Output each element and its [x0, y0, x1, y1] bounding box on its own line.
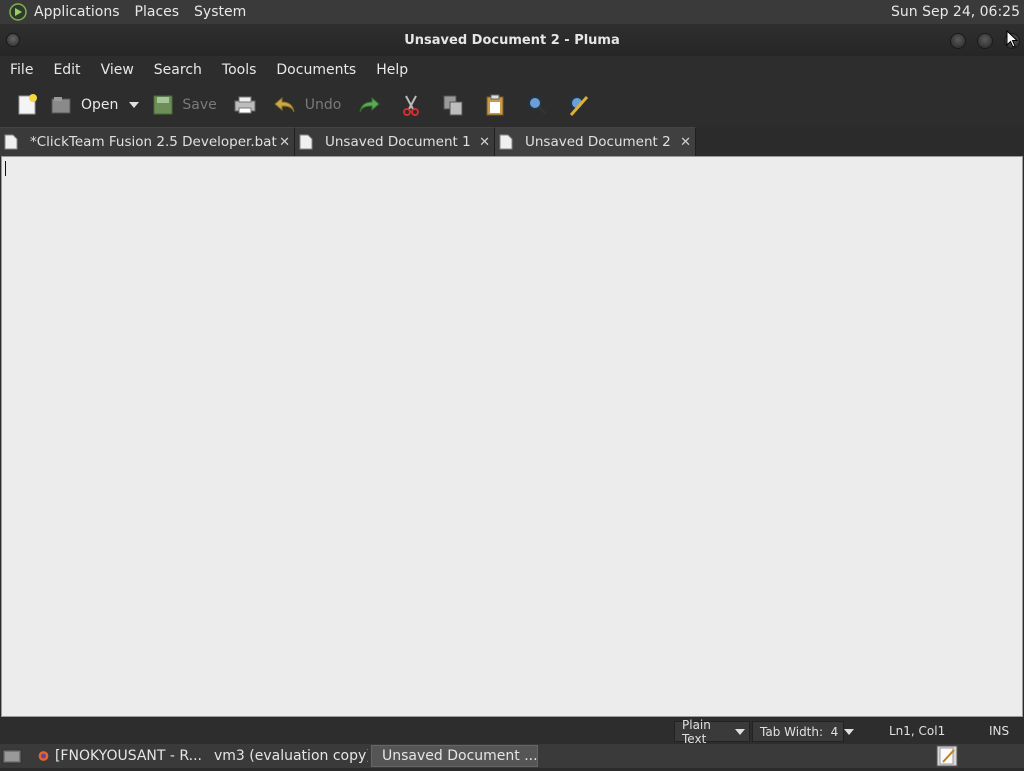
- open-folder-icon: [51, 97, 71, 114]
- window-title: Unsaved Document 2 - Pluma: [404, 32, 620, 48]
- document-icon: [299, 134, 313, 150]
- document-tabs: *ClickTeam Fusion 2.5 Developer.bat ✕ Un…: [0, 127, 1024, 156]
- mate-logo-icon[interactable]: [8, 2, 28, 22]
- text-cursor: [5, 161, 6, 176]
- minimize-button[interactable]: [950, 33, 966, 49]
- close-tab-icon[interactable]: ✕: [680, 135, 691, 150]
- tab-clickteam-bat[interactable]: *ClickTeam Fusion 2.5 Developer.bat ✕: [0, 127, 295, 156]
- new-button[interactable]: [10, 88, 44, 122]
- document-icon: [4, 134, 18, 150]
- language-label: Plain Text: [682, 717, 711, 746]
- taskbar-item-winrar[interactable]: vm3 (evaluation copy): [204, 745, 368, 767]
- mouse-pointer-icon: [1006, 30, 1018, 48]
- save-icon: [153, 95, 173, 115]
- menu-documents[interactable]: Documents: [266, 62, 366, 78]
- tab-unsaved-document-2[interactable]: Unsaved Document 2 ✕: [495, 127, 696, 156]
- window-titlebar[interactable]: Unsaved Document 2 - Pluma: [0, 24, 1024, 56]
- find-button[interactable]: [520, 88, 554, 122]
- open-dropdown-button[interactable]: [123, 88, 147, 122]
- cut-icon: [403, 95, 420, 116]
- paste-button[interactable]: [478, 88, 512, 122]
- tab-label: Unsaved Document 2: [525, 134, 671, 150]
- bottom-panel: [FNOKYOUSANT - R... vm3 (evaluation copy…: [0, 744, 1024, 768]
- undo-icon: [274, 96, 295, 113]
- undo-button[interactable]: Undo: [268, 88, 347, 122]
- tab-unsaved-document-1[interactable]: Unsaved Document 1 ✕: [295, 127, 495, 156]
- taskbar-item-pluma[interactable]: Unsaved Document ...: [371, 745, 538, 767]
- new-document-icon: [18, 94, 37, 115]
- tab-width-label: Tab Width: 4: [760, 724, 839, 739]
- redo-button[interactable]: [352, 88, 386, 122]
- copy-button[interactable]: [436, 88, 470, 122]
- menu-help[interactable]: Help: [366, 62, 418, 78]
- toolbar: Open Save Undo: [0, 83, 1024, 127]
- menu-search[interactable]: Search: [144, 62, 212, 78]
- print-icon: [234, 96, 256, 114]
- window-menu-button[interactable]: [6, 33, 20, 47]
- cursor-position: Ln1, Col1: [889, 724, 946, 738]
- taskbar-label: Unsaved Document ...: [382, 748, 538, 764]
- undo-label: Undo: [304, 97, 342, 113]
- menubar: File Edit View Search Tools Documents He…: [0, 56, 1024, 83]
- clock[interactable]: Sun Sep 24, 06:25: [891, 4, 1020, 20]
- paste-icon: [486, 94, 504, 116]
- tab-label: *ClickTeam Fusion 2.5 Developer.bat: [30, 134, 277, 150]
- applications-menu[interactable]: Applications: [34, 4, 129, 20]
- document-icon: [499, 134, 513, 150]
- statusbar: Plain Text Tab Width: 4 Ln1, Col1 INS: [0, 718, 1024, 746]
- show-desktop-icon[interactable]: [2, 747, 22, 769]
- places-menu[interactable]: Places: [129, 4, 189, 20]
- tab-label: Unsaved Document 1: [325, 134, 471, 150]
- replace-button[interactable]: [562, 88, 596, 122]
- taskbar-label: [FNOKYOUSANT - R...: [54, 748, 202, 764]
- search-icon: [528, 96, 548, 116]
- cut-button[interactable]: [394, 88, 428, 122]
- pluma-tray-icon[interactable]: [936, 745, 958, 771]
- tab-width-selector[interactable]: Tab Width: 4: [752, 721, 855, 742]
- insert-mode: INS: [989, 724, 1010, 738]
- chevron-down-icon: [735, 728, 745, 735]
- print-button[interactable]: [228, 88, 262, 122]
- find-replace-icon: [570, 96, 589, 116]
- save-button[interactable]: Save: [147, 88, 221, 122]
- menu-edit[interactable]: Edit: [43, 62, 90, 78]
- menu-view[interactable]: View: [91, 62, 144, 78]
- open-label: Open: [81, 97, 119, 113]
- redo-icon: [359, 96, 381, 113]
- chevron-down-icon: [129, 102, 140, 108]
- chevron-down-icon: [844, 728, 855, 735]
- language-selector[interactable]: Plain Text: [674, 718, 750, 746]
- close-tab-icon[interactable]: ✕: [479, 135, 490, 150]
- open-button[interactable]: Open: [44, 88, 123, 122]
- taskbar-label: vm3 (evaluation copy): [214, 748, 368, 764]
- copy-icon: [443, 95, 463, 116]
- text-editor[interactable]: [1, 156, 1023, 717]
- close-tab-icon[interactable]: ✕: [279, 135, 290, 150]
- menu-tools[interactable]: Tools: [212, 62, 267, 78]
- taskbar-item-browser[interactable]: [FNOKYOUSANT - R...: [34, 745, 202, 767]
- maximize-button[interactable]: [977, 33, 993, 49]
- menu-file[interactable]: File: [0, 62, 43, 78]
- system-menu[interactable]: System: [188, 4, 255, 20]
- top-panel: Applications Places System Sun Sep 24, 0…: [0, 0, 1024, 24]
- save-label: Save: [182, 97, 217, 113]
- firefox-icon: [38, 751, 49, 761]
